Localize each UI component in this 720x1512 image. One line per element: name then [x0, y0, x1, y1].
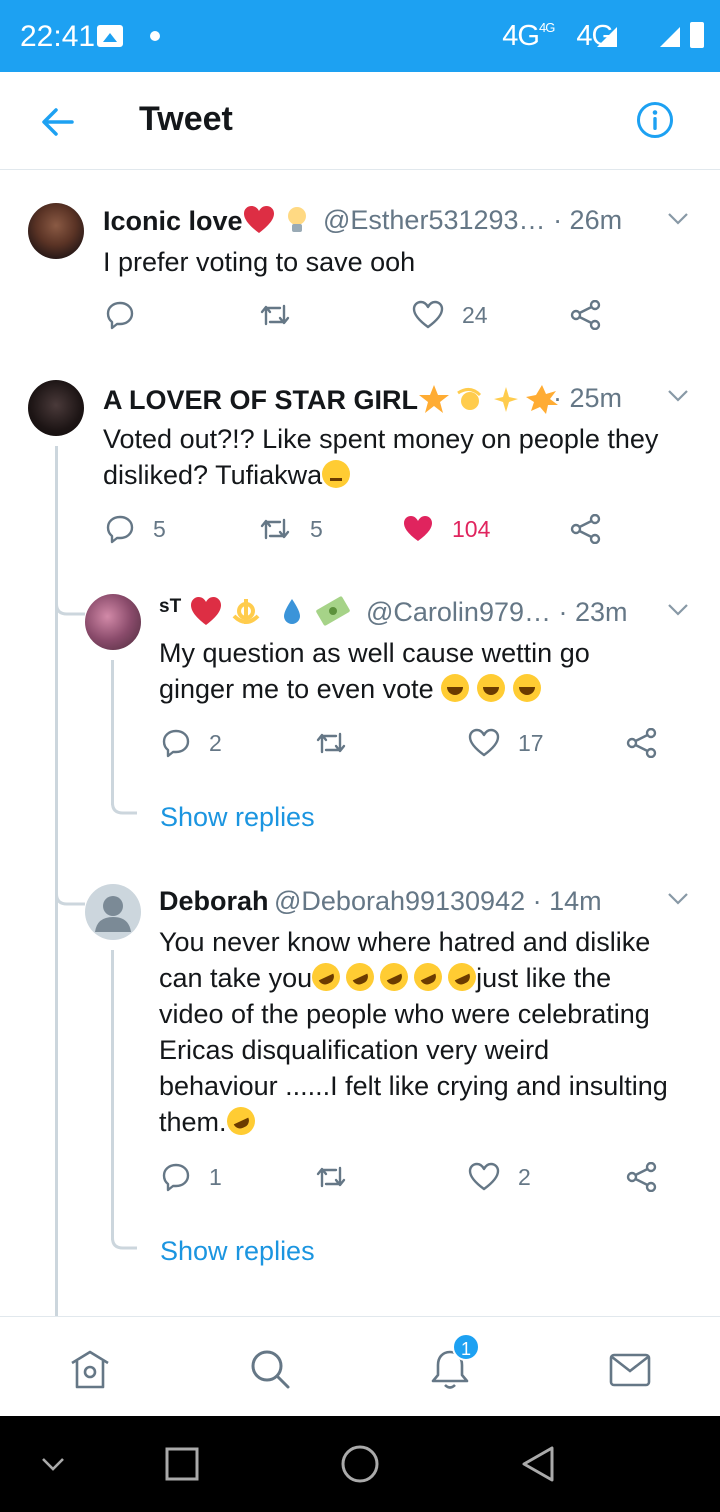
- tweet-text: Voted out?!? Like spent money on people …: [103, 424, 659, 490]
- star-emojis-icon: [419, 385, 558, 414]
- share-button[interactable]: [570, 300, 602, 330]
- system-navigation-bar: [0, 1416, 720, 1512]
- notification-dot-icon: [150, 31, 160, 41]
- retweet-icon: [260, 518, 290, 540]
- rofl-icon: [307, 958, 345, 996]
- share-icon: [626, 1162, 657, 1192]
- user-silhouette-icon: [95, 896, 131, 932]
- like-button[interactable]: 104: [402, 514, 490, 544]
- reply-button[interactable]: 1: [161, 1162, 222, 1192]
- avatar[interactable]: [28, 380, 84, 436]
- tears-of-joy-icon: [513, 674, 542, 702]
- tweet-text: My question as well cause wettin go ging…: [159, 638, 590, 704]
- thread-connector: [111, 1230, 137, 1250]
- share-button[interactable]: [626, 1162, 658, 1192]
- thread-line: [55, 446, 58, 1316]
- tweet-handle-time: @Carolin979… · 23m: [366, 597, 628, 627]
- battery-icon: [690, 22, 704, 48]
- share-button[interactable]: [626, 728, 658, 758]
- chevron-down-icon[interactable]: [666, 206, 690, 230]
- tears-of-joy-icon: [441, 674, 470, 702]
- reply-icon: [162, 729, 190, 758]
- rofl-icon: [221, 1102, 260, 1140]
- chevron-down-icon[interactable]: [666, 886, 690, 910]
- thread-connector: [55, 884, 85, 906]
- reply-button[interactable]: [105, 300, 153, 330]
- search-icon[interactable]: [248, 1347, 292, 1391]
- tweet-text: I prefer voting to save ooh: [103, 247, 416, 277]
- heart-outline-icon: [468, 728, 500, 757]
- tweet-handle-time: @Esther531293… · 26m: [323, 205, 623, 235]
- retweet-button[interactable]: 5: [258, 514, 323, 544]
- chevron-down-icon[interactable]: [666, 597, 690, 621]
- reply-icon: [106, 301, 134, 330]
- avatar[interactable]: [28, 203, 84, 259]
- retweet-button[interactable]: [314, 728, 366, 758]
- default-avatar[interactable]: [85, 884, 141, 940]
- reply-button[interactable]: 2: [161, 728, 222, 758]
- thread-connector: [111, 795, 137, 815]
- image-notification-icon: [97, 25, 123, 47]
- like-button[interactable]: 17: [468, 728, 544, 758]
- share-button[interactable]: [570, 514, 602, 544]
- tweet-author-name[interactable]: sT: [159, 596, 181, 618]
- tweet-text: You never know where hatred and dislike …: [159, 924, 668, 1140]
- info-icon[interactable]: [636, 101, 674, 139]
- thread-connector: [55, 594, 85, 616]
- messages-icon[interactable]: [608, 1347, 652, 1391]
- tweet-author-name[interactable]: A LOVER OF STAR GIRL: [103, 383, 560, 416]
- reply-icon: [106, 515, 134, 544]
- thread-line: [111, 660, 114, 805]
- signal-icon-2: [660, 27, 680, 47]
- show-replies-link[interactable]: Show replies: [160, 1236, 315, 1267]
- share-icon: [570, 514, 601, 544]
- author-emojis-icon: [191, 596, 350, 626]
- home-icon[interactable]: [68, 1347, 112, 1391]
- rofl-icon: [375, 958, 413, 996]
- chevron-down-icon[interactable]: [40, 1454, 66, 1474]
- show-replies-link[interactable]: Show replies: [160, 802, 315, 833]
- top-app-bar: Tweet: [0, 72, 720, 170]
- retweet-icon: [316, 732, 346, 754]
- rofl-icon: [409, 958, 447, 996]
- thread-line: [111, 950, 114, 1240]
- retweet-icon: [260, 304, 290, 326]
- reply-button[interactable]: 5: [105, 514, 166, 544]
- like-button[interactable]: 24: [412, 300, 488, 330]
- heart-outline-icon: [468, 1162, 500, 1191]
- signal-icon: [597, 27, 617, 47]
- retweet-button[interactable]: [258, 300, 310, 330]
- page-title: Tweet: [139, 100, 233, 138]
- share-icon: [626, 728, 657, 758]
- heart-outline-icon: [412, 300, 444, 329]
- tears-of-joy-icon: [477, 674, 506, 702]
- arrow-left-icon[interactable]: [38, 102, 78, 142]
- home-circle-icon[interactable]: [340, 1444, 380, 1484]
- back-triangle-icon[interactable]: [520, 1444, 556, 1484]
- notification-badge: 1: [452, 1333, 480, 1361]
- recents-square-icon[interactable]: [164, 1446, 200, 1482]
- status-bar: 22:41 4G4G 4G: [0, 0, 720, 72]
- tweet-author-name[interactable]: Iconic love: [103, 205, 315, 237]
- status-time: 22:41: [20, 20, 96, 53]
- unamused-face-icon: [322, 460, 351, 488]
- retweet-icon: [316, 1166, 346, 1188]
- tweet-handle-time: @Deborah99130942 · 14m: [274, 886, 602, 916]
- like-button[interactable]: 2: [468, 1162, 531, 1192]
- red-heart-icon: [243, 206, 274, 233]
- light-bulb-icon: [287, 207, 306, 232]
- tweet-time: · 25m: [553, 383, 623, 413]
- chevron-down-icon[interactable]: [666, 383, 690, 407]
- retweet-button[interactable]: [314, 1162, 366, 1192]
- reply-icon: [162, 1163, 190, 1192]
- heart-filled-icon: [404, 516, 432, 541]
- share-icon: [570, 300, 601, 330]
- bottom-tab-bar: [0, 1316, 720, 1416]
- rofl-icon: [341, 958, 379, 996]
- tweet-author-name[interactable]: Deborah: [159, 886, 269, 917]
- avatar[interactable]: [85, 594, 141, 650]
